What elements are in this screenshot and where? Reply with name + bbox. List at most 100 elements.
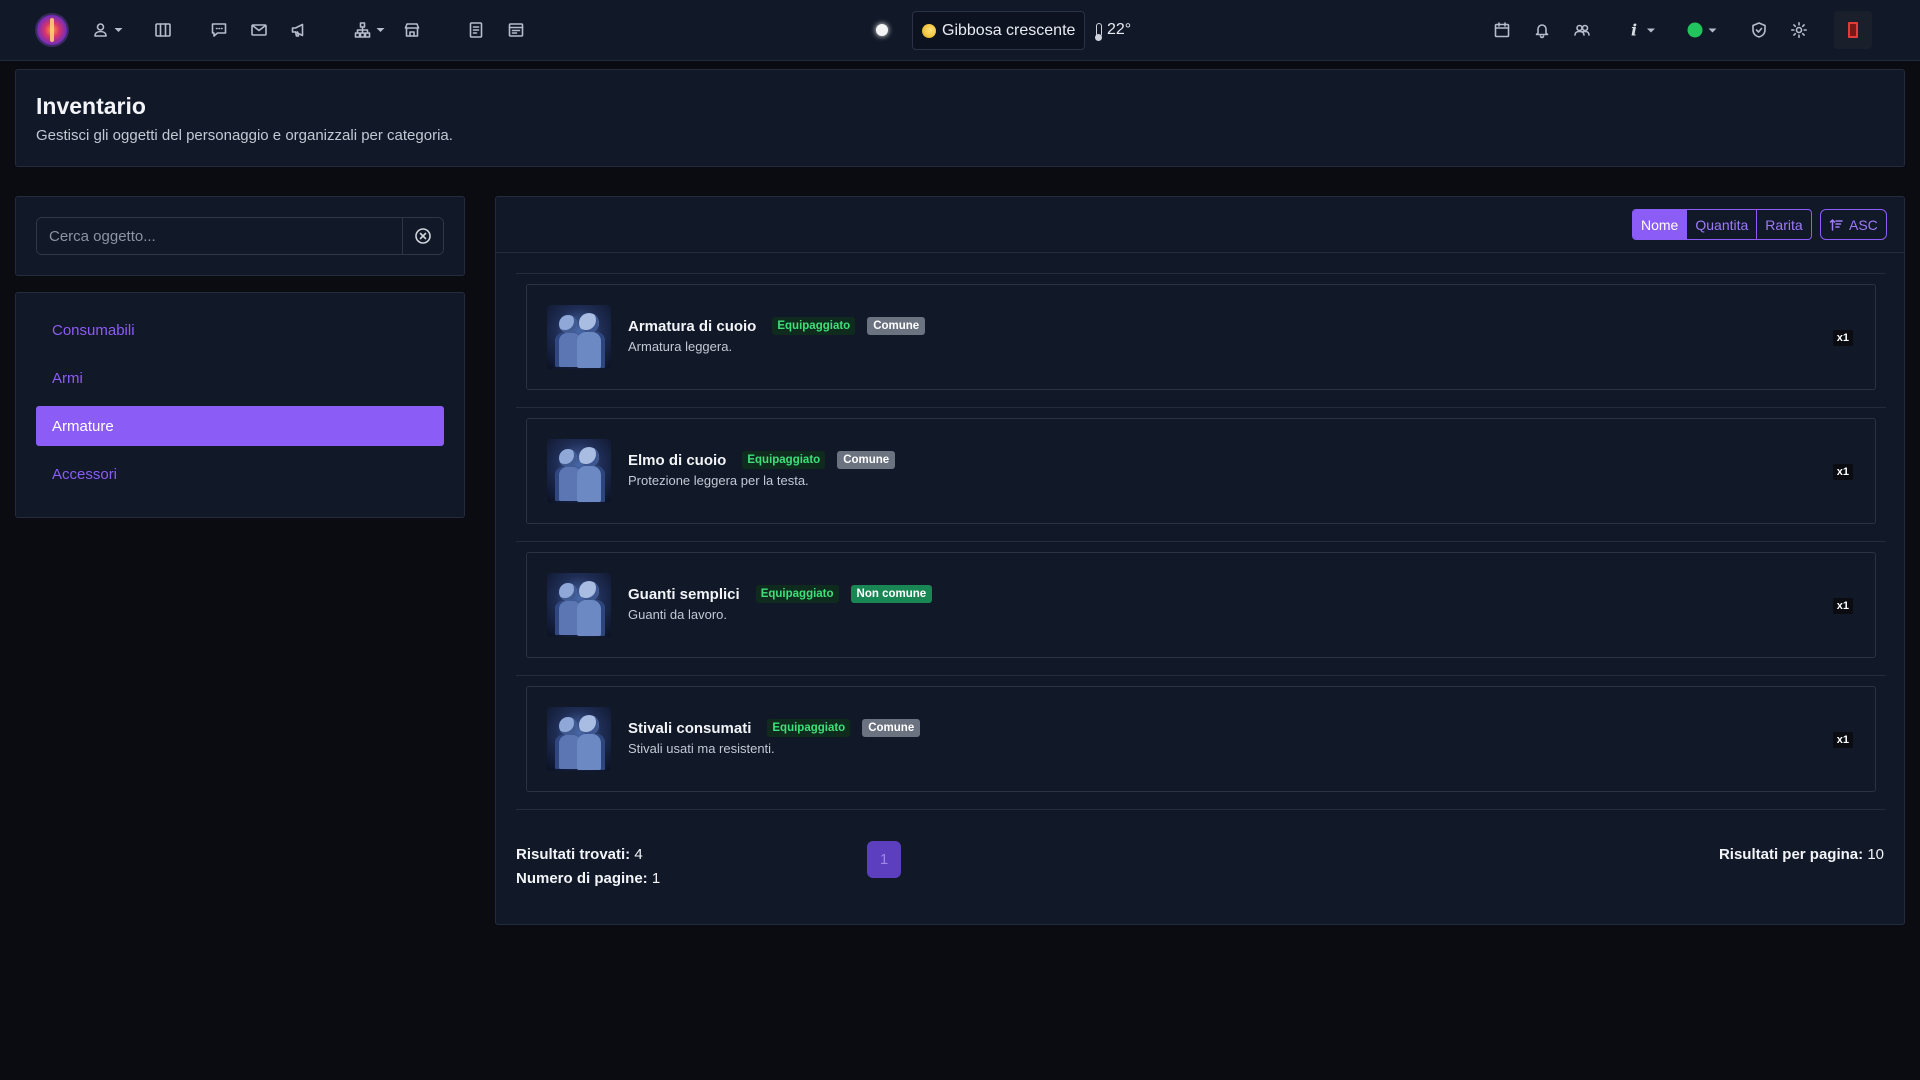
equipped-badge: Equipaggiato	[742, 451, 826, 469]
list-item: Elmo di cuoio Equipaggiato Comune Protez…	[516, 408, 1886, 542]
friends-icon	[1574, 24, 1590, 36]
gear-icon	[1791, 22, 1807, 38]
inventory-item-card[interactable]: Elmo di cuoio Equipaggiato Comune Protez…	[526, 418, 1876, 524]
logo[interactable]	[37, 15, 67, 45]
info-icon: i	[1630, 20, 1638, 40]
list-item: Armatura di cuoio Equipaggiato Comune Ar…	[516, 274, 1886, 408]
page-count-label: Numero di pagine:	[516, 870, 648, 887]
item-thumbnail	[547, 305, 611, 369]
results-found-label: Risultati trovati:	[516, 846, 631, 863]
item-description: Armatura leggera.	[628, 339, 733, 354]
chat-icon	[211, 23, 227, 37]
item-thumbnail	[547, 707, 611, 771]
item-thumbnail	[547, 573, 611, 637]
item-thumbnail	[547, 439, 611, 503]
top-navbar: Gibbosa crescente 22° i	[0, 0, 1920, 61]
per-page-label: Risultati per pagina:	[1718, 846, 1864, 863]
quantity-badge: x1	[1832, 732, 1853, 748]
sort-toolbar: Nome Quantita Rarita ASC	[496, 197, 1904, 253]
equipped-badge: Equipaggiato	[755, 585, 839, 603]
search-group	[36, 217, 444, 255]
category-armi[interactable]: Armi	[36, 358, 444, 398]
logout-button[interactable]	[1834, 11, 1872, 49]
security-button[interactable]	[1750, 21, 1768, 39]
megaphone-icon	[291, 23, 304, 37]
mail-icon	[251, 24, 267, 36]
equipped-badge: Equipaggiato	[767, 719, 851, 737]
shop-icon	[404, 23, 420, 37]
sort-button-group: Nome Quantita Rarita	[1632, 209, 1812, 240]
pagination-page-1[interactable]: 1	[867, 841, 901, 878]
moon-icon	[922, 23, 936, 38]
sort-by-quantity-button[interactable]: Quantita	[1686, 210, 1756, 239]
shield-icon	[1752, 22, 1766, 38]
info-menu-button[interactable]: i	[1630, 20, 1656, 40]
sort-direction-button[interactable]: ASC	[1820, 209, 1887, 240]
rarity-badge: Comune	[862, 719, 921, 737]
clear-search-button[interactable]	[402, 218, 443, 254]
sort-by-name-button[interactable]: Nome	[1633, 210, 1687, 239]
sun-icon[interactable]	[867, 15, 897, 45]
settings-button[interactable]	[1790, 21, 1808, 39]
search-input[interactable]	[37, 218, 402, 254]
sort-by-rarity-button[interactable]: Rarita	[1756, 210, 1810, 239]
journal-button[interactable]	[467, 21, 485, 39]
rarity-badge: Comune	[837, 451, 896, 469]
map-button[interactable]	[154, 21, 172, 39]
page-count-value: 1	[651, 870, 661, 887]
status-dot	[1687, 22, 1703, 38]
list-item: Guanti semplici Equipaggiato Non comune …	[516, 542, 1886, 676]
item-name: Guanti semplici	[628, 585, 740, 603]
category-list: Consumabili Armi Armature Accessori	[15, 292, 465, 518]
calendar-button[interactable]	[1493, 21, 1511, 39]
mail-button[interactable]	[250, 21, 268, 39]
quantity-badge: x1	[1832, 330, 1853, 346]
results-summary: Risultati trovati: 4 Numero di pagine: 1	[516, 843, 660, 891]
category-consumabili[interactable]: Consumabili	[36, 310, 444, 350]
moon-phase-label: Gibbosa crescente	[942, 21, 1076, 39]
temperature-value: 22°	[1107, 21, 1132, 38]
results-found-value: 4	[634, 846, 643, 863]
inventory-item-card[interactable]: Armatura di cuoio Equipaggiato Comune Ar…	[526, 284, 1876, 390]
quantity-badge: x1	[1832, 598, 1853, 614]
bell-icon	[1535, 24, 1549, 39]
inventory-item-card[interactable]: Guanti semplici Equipaggiato Non comune …	[526, 552, 1876, 658]
calendar-app-icon	[508, 23, 524, 37]
user-icon	[94, 23, 107, 37]
search-card	[15, 196, 465, 276]
quantity-badge: x1	[1832, 464, 1853, 480]
item-list: Armatura di cuoio Equipaggiato Comune Ar…	[516, 273, 1886, 810]
item-description: Guanti da lavoro.	[628, 607, 728, 622]
temperature-display: 22°	[1095, 19, 1132, 41]
clear-circle-icon	[415, 228, 431, 244]
inventory-item-card[interactable]: Stivali consumati Equipaggiato Comune St…	[526, 686, 1876, 792]
item-name: Stivali consumati	[628, 719, 752, 737]
category-armature[interactable]: Armature	[36, 406, 444, 446]
sort-direction-label: ASC	[1849, 216, 1878, 233]
moon-phase-badge: Gibbosa crescente	[912, 11, 1086, 50]
friends-button[interactable]	[1573, 21, 1591, 39]
page-title: Inventario	[36, 93, 146, 119]
rarity-badge: Comune	[867, 317, 926, 335]
inventory-panel: Nome Quantita Rarita ASC Armatura di cuo…	[495, 196, 1905, 925]
category-accessori[interactable]: Accessori	[36, 454, 444, 494]
item-description: Stivali usati ma resistenti.	[628, 741, 775, 756]
hierarchy-icon	[354, 22, 371, 38]
status-menu-button[interactable]	[1687, 22, 1717, 38]
map-icon	[155, 23, 171, 37]
shop-button[interactable]	[403, 21, 421, 39]
page-header: Inventario Gestisci gli oggetti del pers…	[15, 69, 1905, 167]
chat-button[interactable]	[210, 21, 228, 39]
calendar-icon	[1494, 22, 1510, 38]
list-item: Stivali consumati Equipaggiato Comune St…	[516, 676, 1886, 810]
page-subtitle: Gestisci gli oggetti del personaggio e o…	[36, 127, 453, 144]
calendar-app-button[interactable]	[507, 21, 525, 39]
notifications-button[interactable]	[1533, 21, 1551, 39]
item-name: Elmo di cuoio	[628, 451, 727, 469]
hierarchy-menu-button[interactable]	[354, 21, 385, 39]
rarity-badge: Non comune	[850, 585, 933, 603]
thermometer-icon	[1095, 23, 1102, 41]
user-menu-button[interactable]	[92, 21, 123, 39]
sort-ascending-icon	[1829, 218, 1843, 231]
announcements-button[interactable]	[290, 21, 308, 39]
